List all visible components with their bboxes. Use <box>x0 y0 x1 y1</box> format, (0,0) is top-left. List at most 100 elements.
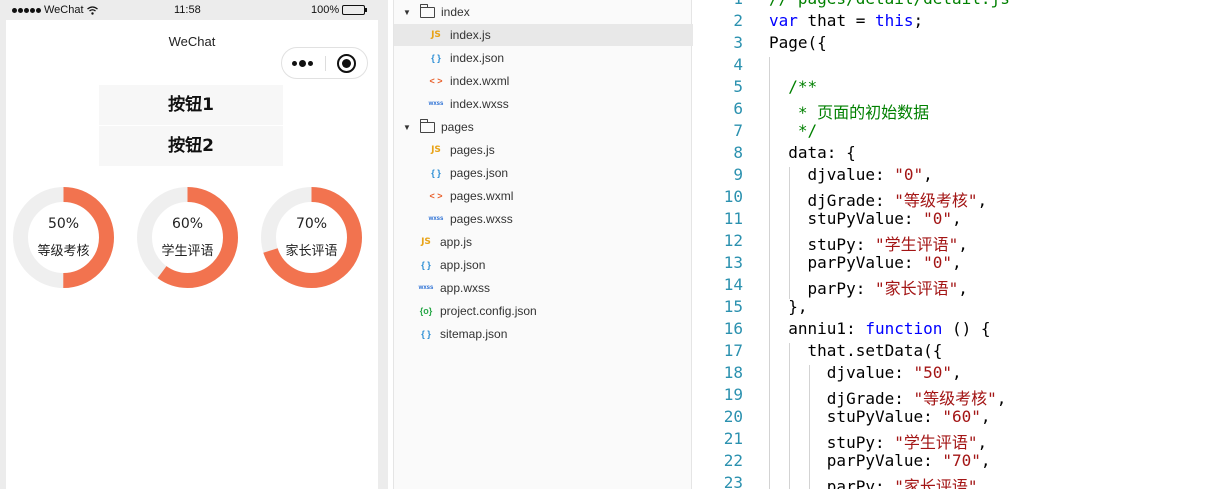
tree-item-label: app.js <box>440 235 473 249</box>
code-line: 20 stuPyValue: "60", <box>693 407 1227 429</box>
tree-item-label: pages <box>441 120 474 134</box>
tree-item-label: pages.json <box>450 166 509 180</box>
more-icon[interactable] <box>292 57 316 69</box>
tree-file[interactable]: { } sitemap.json <box>394 323 693 345</box>
tree-folder[interactable]: ▼ pages <box>394 116 693 138</box>
tree-item-label: pages.wxss <box>450 212 513 226</box>
code-line: 15 }, <box>693 297 1227 319</box>
tree-file[interactable]: wxss index.wxss <box>394 93 693 115</box>
code-line: 19 djGrade: "等级考核", <box>693 385 1227 408</box>
tree-item-label: index.js <box>450 28 491 42</box>
code-text: that.setData({ <box>769 341 943 360</box>
line-number: 1 <box>693 0 743 8</box>
line-number: 19 <box>723 385 743 404</box>
ring-percent: 60% <box>171 216 204 232</box>
ring-label: 等级考核 <box>37 244 90 259</box>
line-number: 9 <box>733 165 743 184</box>
tree-file[interactable]: JS pages.js <box>394 139 693 161</box>
code-text: djvalue: "0", <box>769 165 933 184</box>
code-line: 4 <box>693 55 1227 77</box>
line-number: 15 <box>723 297 743 316</box>
code-line: 11 stuPyValue: "0", <box>693 209 1227 231</box>
code-line: 16 anniu1: function () { <box>693 319 1227 341</box>
json-file-icon: { } <box>431 168 441 178</box>
battery-label: 100% <box>311 4 340 16</box>
folder-open-icon <box>420 118 435 133</box>
button-2[interactable]: 按钮2 <box>99 126 283 166</box>
tree-file[interactable]: JS index.js <box>394 24 693 46</box>
ring-percent: 50% <box>47 216 80 232</box>
phone-screen: WeChat 按钮1 按钮2 50% 等级考核 60% 学生评语 70% 家长评… <box>6 20 378 489</box>
tree-item-label: pages.wxml <box>450 189 514 203</box>
tree-item-label: app.json <box>440 258 486 272</box>
wifi-icon <box>86 5 98 15</box>
code-text: djvalue: "50", <box>769 363 962 382</box>
code-text: var that = this; <box>769 11 924 30</box>
carrier-label: WeChat <box>44 4 84 16</box>
line-number: 16 <box>723 319 743 338</box>
code-line: 1 // pages/detail/detail.js <box>693 0 1227 11</box>
battery-icon <box>342 5 368 15</box>
tree-file[interactable]: wxss pages.wxss <box>394 208 693 230</box>
button-1[interactable]: 按钮1 <box>99 85 283 125</box>
tree-file[interactable]: {o} project.config.json <box>394 300 693 322</box>
code-line: 7 */ <box>693 121 1227 143</box>
ring-graphic <box>261 187 362 288</box>
line-number: 17 <box>723 341 743 360</box>
capsule-divider <box>325 56 326 71</box>
status-bar: WeChat 11:58 100% <box>0 0 388 20</box>
tree-folder[interactable]: ▼ index <box>394 1 693 23</box>
code-text: parPy: "家长评语", <box>769 279 968 298</box>
tree-item-label: index <box>441 5 470 19</box>
code-text: stuPy: "学生评语", <box>769 235 968 254</box>
tree-file[interactable]: { } pages.json <box>394 162 693 184</box>
code-text: // pages/detail/detail.js <box>769 0 1010 8</box>
code-line: 13 parPyValue: "0", <box>693 253 1227 275</box>
js-file-icon: JS <box>431 30 441 40</box>
tree-file[interactable]: { } app.json <box>394 254 693 276</box>
ring-graphic <box>137 187 238 288</box>
code-text: djGrade: "等级考核", <box>769 191 988 210</box>
json-file-icon: { } <box>421 329 431 339</box>
code-line: 6 * 页面的初始数据 <box>693 99 1227 122</box>
tree-file[interactable]: JS app.js <box>394 231 693 253</box>
line-number: 22 <box>723 451 743 470</box>
line-number: 2 <box>733 11 743 30</box>
line-number: 14 <box>723 275 743 294</box>
code-text: */ <box>788 121 818 140</box>
status-carrier: WeChat <box>12 4 98 16</box>
line-number: 10 <box>723 187 743 206</box>
wxss-file-icon: wxss <box>418 285 434 291</box>
code-line: 10 djGrade: "等级考核", <box>693 187 1227 210</box>
tree-file[interactable]: < > index.wxml <box>394 70 693 92</box>
expand-arrow-icon[interactable]: ▼ <box>402 123 412 132</box>
line-number: 20 <box>723 407 743 426</box>
wxss-file-icon: wxss <box>428 101 444 107</box>
code-line: 22 parPyValue: "70", <box>693 451 1227 473</box>
tree-file[interactable]: < > pages.wxml <box>394 185 693 207</box>
close-target-icon[interactable] <box>337 54 356 73</box>
wxml-file-icon: < > <box>429 76 443 86</box>
status-time: 11:58 <box>174 4 201 16</box>
status-battery: 100% <box>311 4 368 16</box>
code-line: 18 djvalue: "50", <box>693 363 1227 385</box>
code-line: 14 parPy: "家长评语", <box>693 275 1227 298</box>
code-line: 3 Page({ <box>693 33 1227 55</box>
code-line: 12 stuPy: "学生评语", <box>693 231 1227 254</box>
ring-label: 家长评语 <box>285 244 338 259</box>
code-editor[interactable]: 1 // pages/detail/detail.js 2 var that = th… <box>693 0 1227 489</box>
tree-file[interactable]: { } index.json <box>394 47 693 69</box>
code-line: 8 data: { <box>693 143 1227 165</box>
code-text: * 页面的初始数据 <box>788 103 930 122</box>
code-text: parPyValue: "0", <box>769 253 962 272</box>
code-text: stuPyValue: "0", <box>769 209 962 228</box>
tree-file[interactable]: wxss app.wxss <box>394 277 693 299</box>
code-text: parPy: "家长评语", <box>769 477 988 489</box>
code-text: Page({ <box>769 33 827 52</box>
code-text: parPyValue: "70", <box>769 451 991 470</box>
code-text: stuPyValue: "60", <box>769 407 991 426</box>
expand-arrow-icon[interactable]: ▼ <box>402 8 412 17</box>
signal-icon <box>12 7 41 13</box>
line-number: 3 <box>733 33 743 52</box>
tree-item-label: app.wxss <box>440 281 491 295</box>
